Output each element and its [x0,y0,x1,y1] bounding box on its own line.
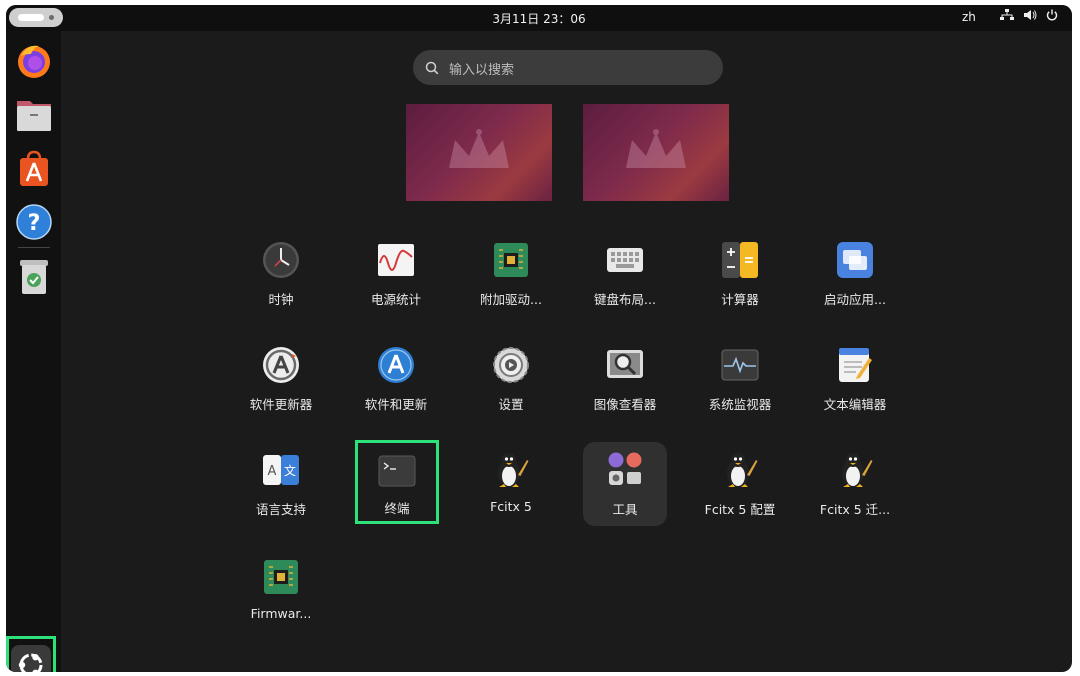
files-icon[interactable] [14,95,54,135]
app-center-icon[interactable] [14,149,54,189]
app-calculator[interactable]: 计算器 [698,237,782,321]
app-label: 语言支持 [255,502,306,517]
app-clock[interactable]: 时钟 [239,237,323,321]
gear-icon [492,346,530,384]
app-label: Fcitx 5 迁... [819,502,891,517]
app-label: 时钟 [268,292,294,307]
startup-apps-icon [836,241,874,279]
input-method-indicator[interactable]: zh [962,10,976,24]
app-keyboard-layout[interactable]: 键盘布局... [583,237,667,321]
chip-icon [262,558,300,596]
software-and-updates-icon [377,346,415,384]
svg-text:A: A [268,464,277,479]
clock-icon [262,241,300,279]
search-placeholder: 输入以搜索 [449,63,515,78]
app-startup-applications[interactable]: 启动应用... [813,237,897,321]
chip-icon [492,241,530,279]
app-label: Fcitx 5 [490,499,532,514]
app-fcitx5-migrator[interactable]: Fcitx 5 迁... [813,447,897,531]
app-label: 终端 [384,501,410,516]
app-software-and-updates[interactable]: 软件和更新 [354,342,438,426]
app-language-support[interactable]: A文 语言支持 [239,447,323,531]
app-terminal[interactable]: 终端 [355,440,439,524]
fcitx-penguin-icon [836,451,874,489]
app-label: Firmwar... [250,606,312,621]
app-folder-tools[interactable]: 工具 [583,442,667,526]
software-updater-icon [262,346,300,384]
terminal-icon [378,452,416,490]
app-label: 附加驱动... [480,292,542,307]
top-bar: 3月11日 23：06 zh [6,5,1072,31]
app-label: 软件和更新 [364,397,428,412]
fcitx-penguin-icon [492,451,530,489]
help-icon[interactable]: ? [14,202,54,242]
app-power-statistics[interactable]: 电源统计 [354,237,438,321]
dock: ? [6,31,61,672]
app-firmware-updater[interactable]: Firmwar... [239,554,323,638]
crown-icon [626,129,686,168]
app-label: 系统监视器 [708,397,772,412]
image-viewer-icon [606,346,644,384]
search-field[interactable]: 输入以搜索 [413,50,723,85]
app-fcitx5-config[interactable]: Fcitx 5 配置 [698,447,782,531]
power-icon[interactable] [1046,9,1058,21]
show-applications-button[interactable] [6,636,56,672]
app-fcitx5[interactable]: Fcitx 5 [469,447,553,531]
app-label: 设置 [498,397,524,412]
system-tray[interactable] [1000,9,1058,21]
ubuntu-logo-icon [11,645,51,672]
app-system-monitor[interactable]: 系统监视器 [698,342,782,426]
app-label: 计算器 [721,292,759,307]
app-image-viewer[interactable]: 图像查看器 [583,342,667,426]
text-editor-icon [836,346,874,384]
volume-icon[interactable] [1023,9,1037,21]
app-label: 图像查看器 [593,397,657,412]
app-label: Fcitx 5 配置 [704,502,776,517]
app-additional-drivers[interactable]: 附加驱动... [469,237,553,321]
keyboard-icon [606,241,644,279]
clock[interactable]: 3月11日 23：06 [6,10,1072,27]
desktop-frame: 3月11日 23：06 zh ? 输入以搜索 时钟 电源统计 附加驱动... 键… [6,5,1072,672]
system-monitor-icon [721,346,759,384]
svg-text:?: ? [28,211,41,236]
crown-icon [449,129,509,168]
app-label: 文本编辑器 [823,397,887,412]
tools-folder-icon [606,450,644,488]
app-settings[interactable]: 设置 [469,342,553,426]
power-statistics-icon [377,241,415,279]
workspace-thumbnail-1[interactable] [406,104,552,201]
calculator-icon [721,241,759,279]
workspace-thumbnail-2[interactable] [583,104,729,201]
app-text-editor[interactable]: 文本编辑器 [813,342,897,426]
fcitx-penguin-icon [721,451,759,489]
app-software-updater[interactable]: 软件更新器 [239,342,323,426]
app-label: 工具 [612,502,638,517]
svg-text:文: 文 [284,463,296,478]
app-label: 键盘布局... [594,292,656,307]
app-label: 软件更新器 [249,397,313,412]
dock-separator [18,247,50,248]
firefox-icon[interactable] [14,41,54,81]
search-icon [425,60,439,79]
language-support-icon: A文 [262,451,300,489]
app-label: 启动应用... [824,292,886,307]
trash-icon[interactable] [14,257,54,297]
network-icon[interactable] [1000,9,1014,21]
app-label: 电源统计 [370,292,421,307]
